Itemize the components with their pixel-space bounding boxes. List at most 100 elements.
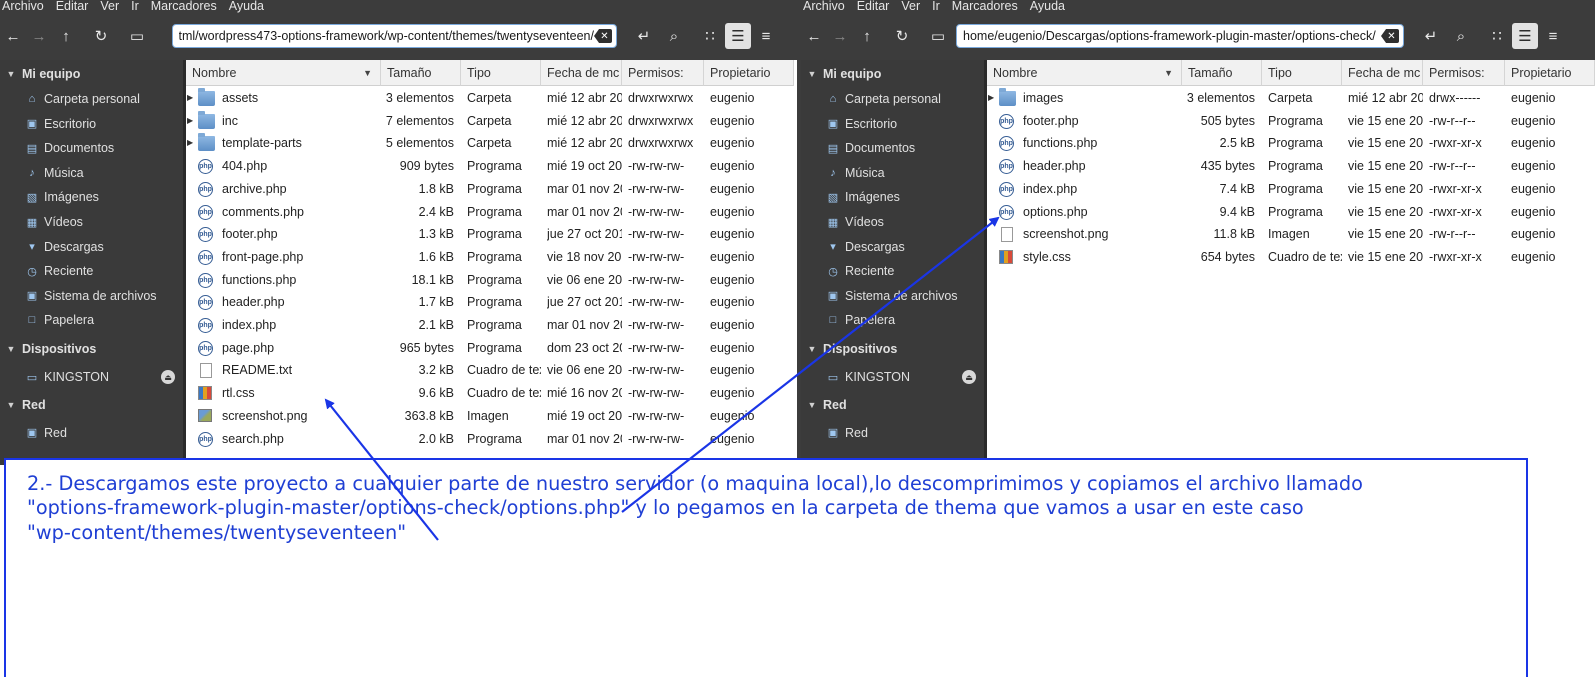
toggle-location-button[interactable]: ↵ [1418,23,1444,49]
view-compact-button[interactable]: ≡ [753,23,779,49]
view-icons-button[interactable]: ∷ [1484,23,1510,49]
chevron-down-icon[interactable]: ▼ [0,69,22,79]
view-list-button[interactable]: ☰ [725,23,751,49]
expander-icon[interactable]: ▶ [988,87,996,110]
search-button[interactable]: ⌕ [661,23,687,49]
sidebar-item[interactable]: ▾ Descargas [801,235,984,259]
expander-icon[interactable]: ▶ [187,87,195,110]
sidebar-item[interactable]: ▭ KINGSTON ⏏ [0,365,183,389]
file-row[interactable]: rtl.css 9.6 kB Cuadro de tex mié 16 nov 20-… [186,382,797,405]
menu-item[interactable]: Ir [932,0,952,14]
sidebar-item[interactable]: ▧ Imágenes [0,185,183,209]
sidebar-item[interactable]: ♪ Música [0,161,183,185]
menu-item[interactable]: Ir [131,0,151,14]
file-row[interactable]: php page.php 965 bytes Programa dom 23 oct 2… [186,337,797,360]
sidebar-item[interactable]: ▦ Vídeos [801,210,984,234]
menu-item[interactable]: Ver [100,0,131,14]
sort-desc-icon[interactable]: ▼ [363,68,372,78]
sidebar-item[interactable]: ♪ Música [801,161,984,185]
menu-item[interactable]: Editar [56,0,101,14]
eject-icon[interactable]: ⏏ [161,370,175,384]
location-bar[interactable]: /home/eugenio/Descargas/options-framewor… [956,24,1404,48]
sidebar-section-mi-equipo[interactable]: ▼ Mi equipo [801,62,882,86]
view-list-button[interactable]: ☰ [1512,23,1538,49]
sidebar-item[interactable]: ▤ Documentos [0,136,183,160]
reload-button[interactable]: ↻ [88,23,114,49]
computer-button[interactable]: ▭ [124,23,150,49]
column-header[interactable]: Nombre ▼ [186,60,381,86]
file-row[interactable]: php index.php 7.4 kB Programa vie 15 ene 20-… [987,178,1595,201]
file-row[interactable]: php footer.php 1.3 kB Programa jue 27 oct 20… [186,223,797,246]
file-row[interactable]: screenshot.png 11.8 kB Imagen vie 15 ene 20… [987,223,1595,246]
menu-item[interactable]: Editar [857,0,902,14]
search-button[interactable]: ⌕ [1448,23,1474,49]
computer-button[interactable]: ▭ [925,23,951,49]
sidebar-section-red[interactable]: ▼ Red [0,393,46,417]
file-row[interactable]: ▶ assets 3 elementos Carpeta mié 12 abr 20 dr… [186,87,797,110]
chevron-down-icon[interactable]: ▼ [801,344,823,354]
file-row[interactable]: ▶ inc 7 elementos Carpeta mié 12 abr 20 drwxr… [186,110,797,133]
sidebar-item[interactable]: □ Papelera [801,308,984,332]
sidebar-item[interactable]: ▣ Sistema de archivos [801,284,984,308]
menu-item[interactable]: Marcadores [952,0,1030,14]
sidebar-item[interactable]: ▧ Imágenes [801,185,984,209]
column-header[interactable]: Fecha de mc [1342,60,1423,86]
backspace-icon[interactable]: ✕ [1381,29,1399,43]
chevron-down-icon[interactable]: ▼ [0,400,22,410]
sidebar-item[interactable]: □ Papelera [0,308,183,332]
sidebar-item[interactable]: ▤ Documentos [801,136,984,160]
chevron-down-icon[interactable]: ▼ [801,69,823,79]
column-header[interactable]: Tipo [461,60,541,86]
column-header[interactable]: Tamaño [1182,60,1262,86]
file-row[interactable]: php footer.php 505 bytes Programa vie 15 ene… [987,110,1595,133]
sidebar-section-dispositivos[interactable]: ▼ Dispositivos [0,337,97,361]
file-row[interactable]: README.txt 3.2 kB Cuadro de tex vie 06 ene … [186,359,797,382]
column-header[interactable]: Propietario [704,60,794,86]
view-icons-button[interactable]: ∷ [697,23,723,49]
menu-item[interactable]: Marcadores [151,0,229,14]
column-header[interactable]: Tamaño [381,60,461,86]
up-button[interactable]: ↑ [53,23,79,49]
file-row[interactable]: ▶ images 3 elementos Carpeta mié 12 abr 20 dr… [987,87,1595,110]
file-row[interactable]: screenshot.png 363.8 kB Imagen mié 19 oct 2… [186,405,797,428]
backspace-icon[interactable]: ✕ [594,29,612,43]
chevron-down-icon[interactable]: ▼ [801,400,823,410]
chevron-down-icon[interactable]: ▼ [0,344,22,354]
menu-item[interactable]: Ver [901,0,932,14]
sidebar-item[interactable]: ◷ Reciente [801,259,984,283]
view-compact-button[interactable]: ≡ [1540,23,1566,49]
menu-item[interactable]: Ayuda [229,0,276,14]
reload-button[interactable]: ↻ [889,23,915,49]
sidebar-section-dispositivos[interactable]: ▼ Dispositivos [801,337,898,361]
file-row[interactable]: php comments.php 2.4 kB Programa mar 01 nov … [186,201,797,224]
sidebar-section-red[interactable]: ▼ Red [801,393,847,417]
file-row[interactable]: php header.php 435 bytes Programa vie 15 ene… [987,155,1595,178]
file-row[interactable]: ▶ template-parts 5 elementos Carpeta mié 12 … [186,132,797,155]
back-button[interactable]: ← [801,23,827,49]
column-header[interactable]: Propietario [1505,60,1595,86]
sidebar-item[interactable]: ▦ Vídeos [0,210,183,234]
forward-button[interactable]: → [827,23,853,49]
column-header[interactable]: Tipo [1262,60,1342,86]
sidebar-item[interactable]: ▾ Descargas [0,235,183,259]
sidebar-item[interactable]: ▣ Escritorio [0,112,183,136]
file-row[interactable]: php 404.php 909 bytes Programa mié 19 oct 20… [186,155,797,178]
location-input[interactable]: /home/eugenio/Descargas/options-framewor… [963,29,1381,43]
file-row[interactable]: style.css 654 bytes Cuadro de tex vie 15 en… [987,246,1595,269]
menu-item[interactable]: Ayuda [1030,0,1077,14]
file-row[interactable]: php front-page.php 1.6 kB Programa vie 18 no… [186,246,797,269]
column-header[interactable]: Fecha de mc [541,60,622,86]
file-row[interactable]: php archive.php 1.8 kB Programa mar 01 nov 2… [186,178,797,201]
file-row[interactable]: php search.php 2.0 kB Programa mar 01 nov 20… [186,428,797,451]
sort-desc-icon[interactable]: ▼ [1164,68,1173,78]
sidebar-item[interactable]: ▣ Red [0,421,183,445]
location-input[interactable]: /home/eugenio/public_html/wordpress473-o… [179,29,594,43]
forward-button[interactable]: → [26,23,52,49]
menu-item[interactable]: Archivo [0,0,56,14]
expander-icon[interactable]: ▶ [187,110,195,133]
file-row[interactable]: php options.php 9.4 kB Programa vie 15 ene 2… [987,201,1595,224]
location-bar[interactable]: /home/eugenio/public_html/wordpress473-o… [172,24,617,48]
menu-item[interactable]: Archivo [801,0,857,14]
eject-icon[interactable]: ⏏ [962,370,976,384]
column-header[interactable]: Permisos: [1423,60,1505,86]
